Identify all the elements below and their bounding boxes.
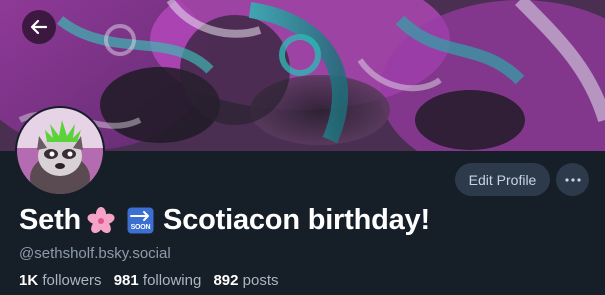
display-name-tail: Scotiacon birthday! [163, 204, 430, 236]
profile-handle: @sethsholf.bsky.social [19, 245, 171, 262]
edit-profile-button[interactable]: Edit Profile [455, 163, 550, 196]
edit-profile-label: Edit Profile [468, 171, 537, 188]
display-name-text: Seth [19, 204, 82, 236]
posts-stat: 892 posts [213, 272, 278, 289]
following-label: following [142, 272, 202, 289]
profile-page: Edit Profile Seth SOON Scotiacon birthda… [0, 0, 605, 295]
soon-label: SOON [131, 224, 151, 231]
profile-stats: 1K followers 981 following 892 posts [19, 272, 287, 289]
back-button[interactable] [22, 10, 56, 44]
following-stat[interactable]: 981 following [114, 272, 206, 289]
back-arrow-icon [30, 19, 48, 35]
followers-label: followers [42, 272, 102, 289]
following-count: 981 [113, 272, 139, 289]
more-options-button[interactable] [556, 163, 589, 196]
followers-stat[interactable]: 1K followers [19, 272, 106, 289]
more-horizontal-icon [564, 177, 581, 182]
soon-arrow-icon: SOON [127, 207, 154, 234]
posts-label: posts [242, 272, 279, 289]
avatar[interactable] [15, 106, 105, 196]
posts-count: 892 [213, 272, 239, 289]
followers-count: 1K [19, 272, 39, 289]
avatar-image [17, 108, 103, 194]
cherry-blossom-icon [87, 206, 115, 233]
display-name: Seth SOON Scotiacon birthday! [19, 204, 430, 237]
